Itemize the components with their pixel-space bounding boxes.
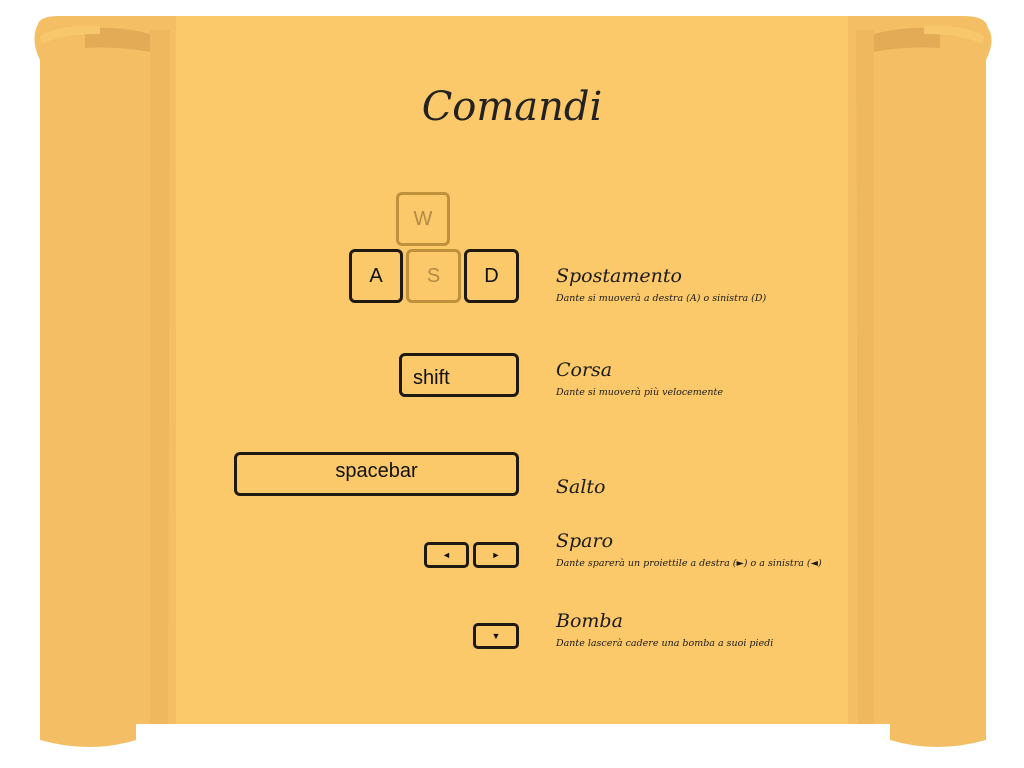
- key-w: W: [396, 192, 450, 246]
- key-spacebar: spacebar: [234, 452, 519, 496]
- controls-screen: Comandi W A S D shift spacebar ◄ ► ▼ Spo…: [0, 0, 1024, 768]
- control-title-run: Corsa: [556, 359, 613, 381]
- control-desc-bomb: Dante lascerà cadere una bomba a suoi pi…: [556, 638, 774, 649]
- control-desc-shoot: Dante sparerà un proiettile a destra (►)…: [556, 558, 822, 569]
- key-shift: shift: [399, 353, 519, 397]
- key-down-arrow: ▼: [473, 623, 519, 649]
- key-d: D: [464, 249, 519, 303]
- key-a: A: [349, 249, 403, 303]
- page-title: Comandi: [421, 84, 603, 130]
- key-right-arrow: ►: [473, 542, 519, 568]
- control-title-bomb: Bomba: [556, 610, 623, 632]
- control-desc-run: Dante si muoverà più velocemente: [556, 387, 723, 398]
- control-desc-movement: Dante si muoverà a destra (A) o sinistra…: [556, 293, 767, 304]
- control-title-movement: Spostamento: [556, 265, 682, 287]
- control-title-shoot: Sparo: [556, 530, 614, 552]
- control-title-jump: Salto: [556, 476, 606, 498]
- key-left-arrow: ◄: [424, 542, 469, 568]
- key-s: S: [406, 249, 461, 303]
